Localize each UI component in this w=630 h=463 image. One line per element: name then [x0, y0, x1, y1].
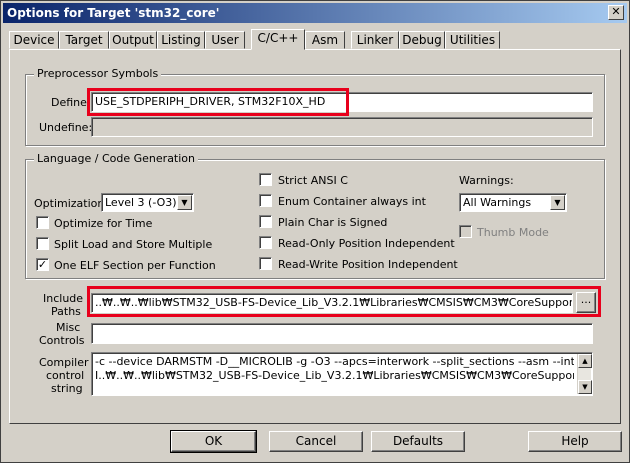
defaults-button[interactable]: Defaults: [371, 431, 465, 452]
plain-char-label: Plain Char is Signed: [278, 216, 388, 229]
strict-ansi-label: Strict ANSI C: [278, 174, 348, 187]
chevron-down-icon[interactable]: ▼: [550, 195, 565, 210]
help-button[interactable]: Help: [528, 431, 622, 452]
title-bar: Options for Target 'stm32_core' ✕: [3, 3, 627, 23]
tab-user[interactable]: User: [205, 31, 245, 49]
strict-ansi-checkbox[interactable]: [259, 173, 272, 186]
optimization-value: Level 3 (-O3): [105, 196, 177, 209]
warnings-label: Warnings:: [459, 174, 514, 187]
optimization-select[interactable]: Level 3 (-O3) ▼: [101, 193, 194, 212]
compiler-line-1: -c --device DARMSTM -D__MICROLIB -g -O3 …: [95, 355, 574, 368]
enum-container-checkbox[interactable]: [259, 194, 272, 207]
ro-position-label: Read-Only Position Independent: [278, 237, 455, 250]
thumb-mode-checkbox[interactable]: [459, 225, 472, 238]
tab-linker[interactable]: Linker: [351, 31, 399, 49]
plain-char-checkbox[interactable]: [259, 215, 272, 228]
include-highlight-box: [87, 286, 601, 317]
one-elf-checkbox[interactable]: ✓: [36, 258, 49, 271]
include-label-line2: Paths: [51, 305, 81, 318]
compiler-label-line3: string: [51, 382, 83, 395]
rw-position-checkbox[interactable]: [259, 257, 272, 270]
thumb-mode-label: Thumb Mode: [477, 226, 549, 239]
undefine-input[interactable]: [91, 117, 593, 137]
warnings-select[interactable]: All Warnings ▼: [459, 193, 567, 212]
undefine-label: Undefine:: [39, 121, 93, 134]
scroll-down-icon[interactable]: ▼: [578, 380, 592, 394]
rw-position-label: Read-Write Position Independent: [278, 258, 458, 271]
compiler-control-string[interactable]: -c --device DARMSTM -D__MICROLIB -g -O3 …: [91, 352, 593, 396]
language-group-label: Language / Code Generation: [34, 152, 199, 165]
cancel-button[interactable]: Cancel: [269, 431, 363, 452]
enum-container-label: Enum Container always int: [278, 195, 426, 208]
split-load-checkbox[interactable]: [36, 237, 49, 250]
ro-position-checkbox[interactable]: [259, 236, 272, 249]
compiler-label-line2: control: [46, 369, 85, 382]
warnings-value: All Warnings: [463, 196, 532, 209]
compiler-scrollbar[interactable]: ▲ ▼: [577, 354, 592, 394]
tab-device[interactable]: Device: [9, 31, 59, 49]
include-label-line1: Include: [43, 292, 84, 305]
define-label: Define:: [51, 96, 91, 109]
preprocessor-group-label: Preprocessor Symbols: [34, 67, 162, 80]
optimize-time-checkbox[interactable]: [36, 216, 49, 229]
misc-label-line2: Controls: [39, 334, 85, 347]
tab-output[interactable]: Output: [109, 31, 157, 49]
optimization-label: Optimization:: [34, 197, 109, 210]
chevron-down-icon[interactable]: ▼: [177, 195, 192, 210]
split-load-label: Split Load and Store Multiple: [54, 238, 213, 251]
options-dialog: Options for Target 'stm32_core' ✕ Device…: [0, 0, 630, 463]
one-elf-label: One ELF Section per Function: [54, 259, 216, 272]
tab-listing[interactable]: Listing: [157, 31, 205, 49]
define-highlight-box: [87, 88, 349, 116]
window-title: Options for Target 'stm32_core': [7, 6, 220, 20]
compiler-label-line1: Compiler: [39, 356, 89, 369]
tab-asm[interactable]: Asm: [305, 31, 345, 49]
tab-cpp[interactable]: C/C++: [251, 29, 305, 50]
misc-controls-input[interactable]: [91, 323, 593, 344]
ok-button[interactable]: OK: [170, 430, 257, 453]
tab-debug[interactable]: Debug: [399, 31, 445, 49]
misc-label-line1: Misc: [56, 321, 81, 334]
optimize-time-label: Optimize for Time: [54, 217, 153, 230]
scroll-up-icon[interactable]: ▲: [578, 354, 592, 368]
close-button[interactable]: ✕: [608, 5, 624, 20]
tab-utilities[interactable]: Utilities: [445, 31, 500, 49]
compiler-line-2: I..₩..₩..₩lib₩STM32_USB-FS-Device_Lib_V3…: [95, 369, 574, 382]
tab-target[interactable]: Target: [59, 31, 109, 49]
